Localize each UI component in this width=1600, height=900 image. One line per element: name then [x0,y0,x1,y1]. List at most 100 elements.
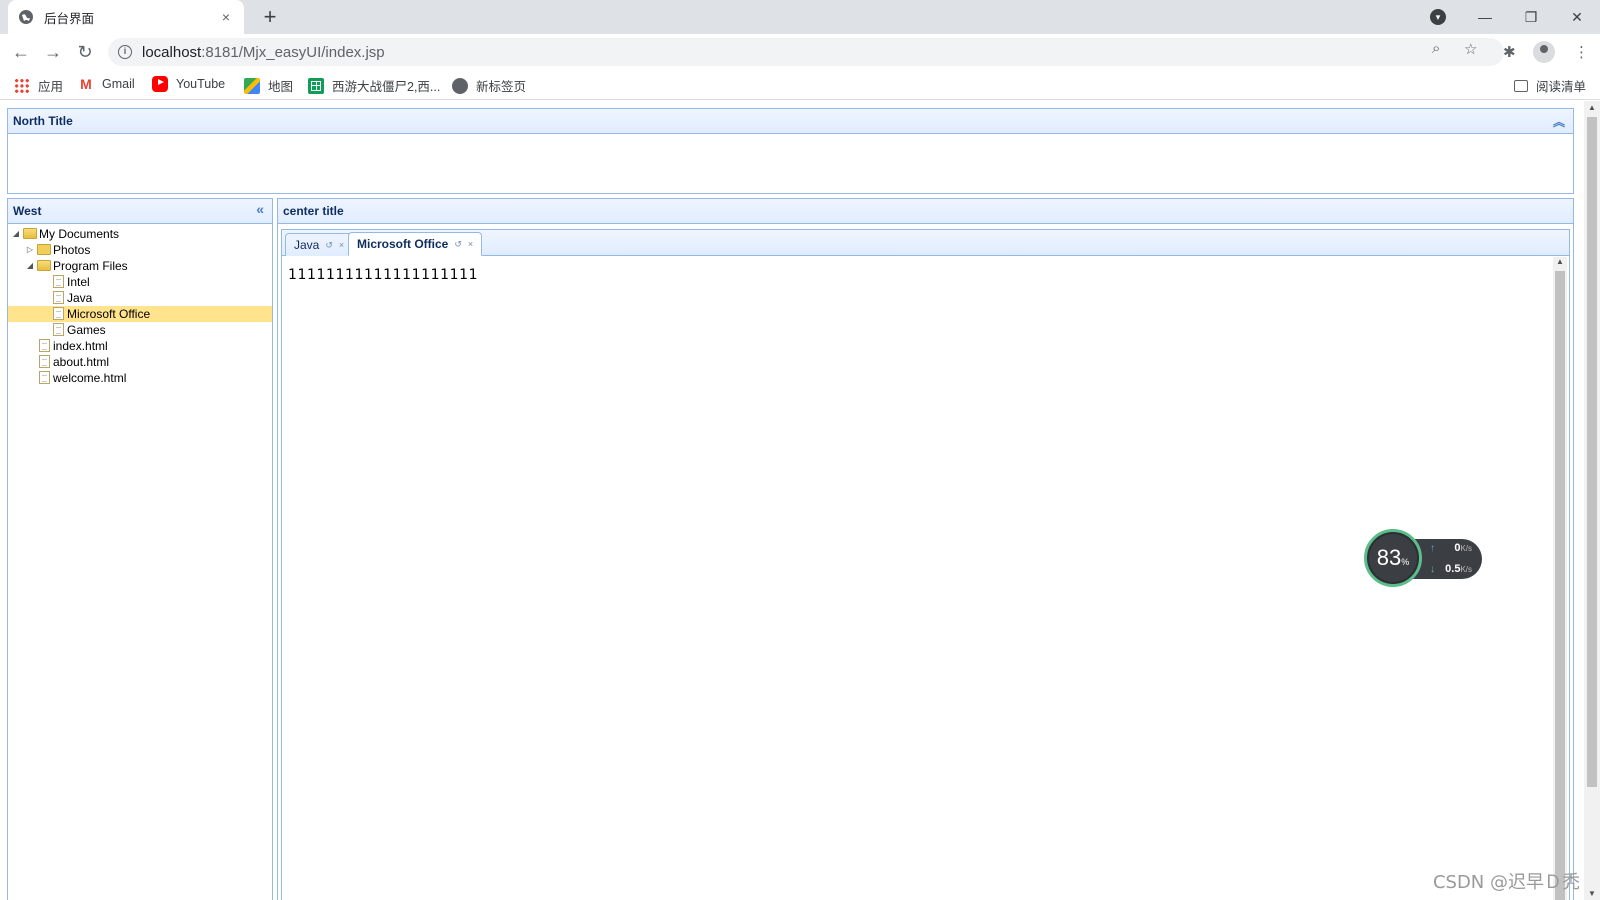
north-title: North Title [13,114,73,128]
expand-open-icon[interactable]: ◢ [8,226,24,242]
tree-node-welcome-html[interactable]: welcome.html [8,370,272,386]
watermark: CSDN @迟早Ｄ秃 [1432,872,1580,893]
bookmarks-bar: 应用 M Gmail YouTube 地图 西游大战僵尸2,西... 新标签页 … [0,70,1600,100]
bookmark-label: 新标签页 [476,80,527,94]
new-tab-button[interactable]: + [258,6,282,28]
network-speed-widget[interactable]: 83% ↑ ↓ 0K/s 0.5K/s [1364,529,1482,589]
scroll-thumb[interactable] [1587,117,1597,787]
expand-open-icon[interactable]: ◢ [22,258,38,274]
tabs-header: Java ↺ × Microsoft Office ↺ × [282,230,1569,256]
file-icon [39,339,50,352]
bookmark-maps[interactable]: 地图 [244,76,293,95]
forward-arrow-icon[interactable]: → [42,42,64,62]
north-panel: North Title ︽ [7,108,1574,194]
tab-microsoft-office[interactable]: Microsoft Office ↺ × [348,232,483,256]
zoom-icon[interactable]: ⌕ [1432,40,1440,57]
tab-search-icon[interactable]: ▾ [1430,9,1446,25]
tab-close-icon[interactable]: × [218,9,234,25]
download-speed: 0.5K/s [1445,563,1472,575]
browser-titlebar: 后台界面 × + ▾ — ❐ ✕ [0,0,1600,34]
file-icon [39,355,50,368]
refresh-icon[interactable]: ↺ [454,239,462,250]
west-panel-header: West « [8,199,272,224]
tree-label: welcome.html [53,371,127,385]
usage-gauge: 83% [1364,529,1422,587]
bookmark-gmail[interactable]: M Gmail [78,76,135,92]
browser-tab[interactable]: 后台界面 × [8,0,244,34]
tree-node-program-files[interactable]: ◢ Program Files [8,258,272,274]
close-icon[interactable]: × [339,240,344,250]
page-scrollbar[interactable]: ▲ ▼ [1584,101,1600,900]
file-icon [53,307,64,320]
apps-icon [14,77,30,94]
page-viewport: North Title ︽ West « ◢ My Documents ▷ Ph… [0,101,1600,900]
bookmark-label: 应用 [38,80,64,94]
tree-node-java[interactable]: Java [8,290,272,306]
download-unit: K/s [1460,565,1472,574]
north-panel-header: North Title ︽ [8,109,1573,134]
profile-avatar[interactable] [1533,41,1555,63]
sheet-icon [308,77,324,94]
file-icon [39,371,50,384]
bookmark-apps[interactable]: 应用 [14,76,63,95]
scroll-thumb[interactable] [1555,271,1565,900]
reload-icon[interactable]: ↻ [74,42,96,62]
file-icon [53,323,64,336]
tab-content-text: 11111111111111111111 [288,267,479,283]
reading-list-label: 阅读清单 [1535,80,1586,94]
file-icon [53,291,64,304]
folder-open-icon [37,260,51,271]
bookmark-star-icon[interactable]: ☆ [1464,40,1477,58]
collapse-left-icon[interactable]: « [256,201,264,217]
download-value: 0.5 [1445,563,1461,575]
collapse-up-icon[interactable]: ︽ [1553,113,1565,130]
tree-node-intel[interactable]: Intel [8,274,272,290]
tree-label: Photos [53,243,91,257]
usage-percent: 83 [1376,545,1402,570]
bookmark-label: Gmail [102,77,135,91]
tree-node-photos[interactable]: ▷ Photos [8,242,272,258]
address-bar[interactable]: i localhost:8181/Mjx_easyUI/index.jsp [108,38,1504,66]
upload-arrow-icon: ↑ [1430,543,1435,554]
expand-closed-icon[interactable]: ▷ [22,242,38,258]
scroll-up-icon[interactable]: ▲ [1556,257,1564,266]
gmail-icon: M [80,76,92,92]
bookmark-youtube[interactable]: YouTube [152,76,225,92]
bookmark-newtab[interactable]: 新标签页 [452,76,526,95]
inner-scrollbar[interactable]: ▲ [1553,257,1567,900]
tree-node-my-documents[interactable]: ◢ My Documents [8,226,272,242]
tab-title: 后台界面 [44,11,95,26]
minimize-button[interactable]: — [1462,9,1508,25]
url-host: localhost [142,43,202,61]
url-path: :8181/Mjx_easyUI/index.jsp [201,43,385,61]
reading-list[interactable]: 阅读清单 [1513,76,1586,95]
menu-dots-icon[interactable]: ⋮ [1574,43,1589,61]
tab-java[interactable]: Java ↺ × [285,233,354,256]
tab-label: Microsoft Office [357,237,449,251]
center-panel-header: center title [278,199,1573,224]
maximize-button[interactable]: ❐ [1508,9,1554,26]
scroll-up-icon[interactable]: ▲ [1588,103,1596,112]
back-arrow-icon[interactable]: ← [10,42,32,62]
tree-node-about-html[interactable]: about.html [8,354,272,370]
scroll-down-icon[interactable]: ▼ [1588,889,1596,898]
close-window-button[interactable]: ✕ [1554,9,1600,26]
tree-label: Program Files [53,259,128,273]
tree-label: Intel [67,275,90,289]
close-icon[interactable]: × [468,239,473,249]
bookmark-sheet[interactable]: 西游大战僵尸2,西... [308,76,440,95]
window-controls: — ❐ ✕ [1462,0,1600,34]
tree-node-microsoft-office[interactable]: Microsoft Office [8,306,272,322]
tree-node-games[interactable]: Games [8,322,272,338]
center-title: center title [283,204,344,218]
refresh-icon[interactable]: ↺ [325,240,333,251]
maps-icon [244,77,260,94]
usage-percent-unit: % [1401,557,1410,567]
extensions-icon[interactable]: ✱ [1503,43,1516,61]
tree-node-index-html[interactable]: index.html [8,338,272,354]
west-title: West [13,204,42,218]
site-info-icon[interactable]: i [118,45,132,59]
tree-label: Games [67,323,106,337]
tree-label: index.html [53,339,108,353]
bookmark-label: YouTube [176,77,226,91]
